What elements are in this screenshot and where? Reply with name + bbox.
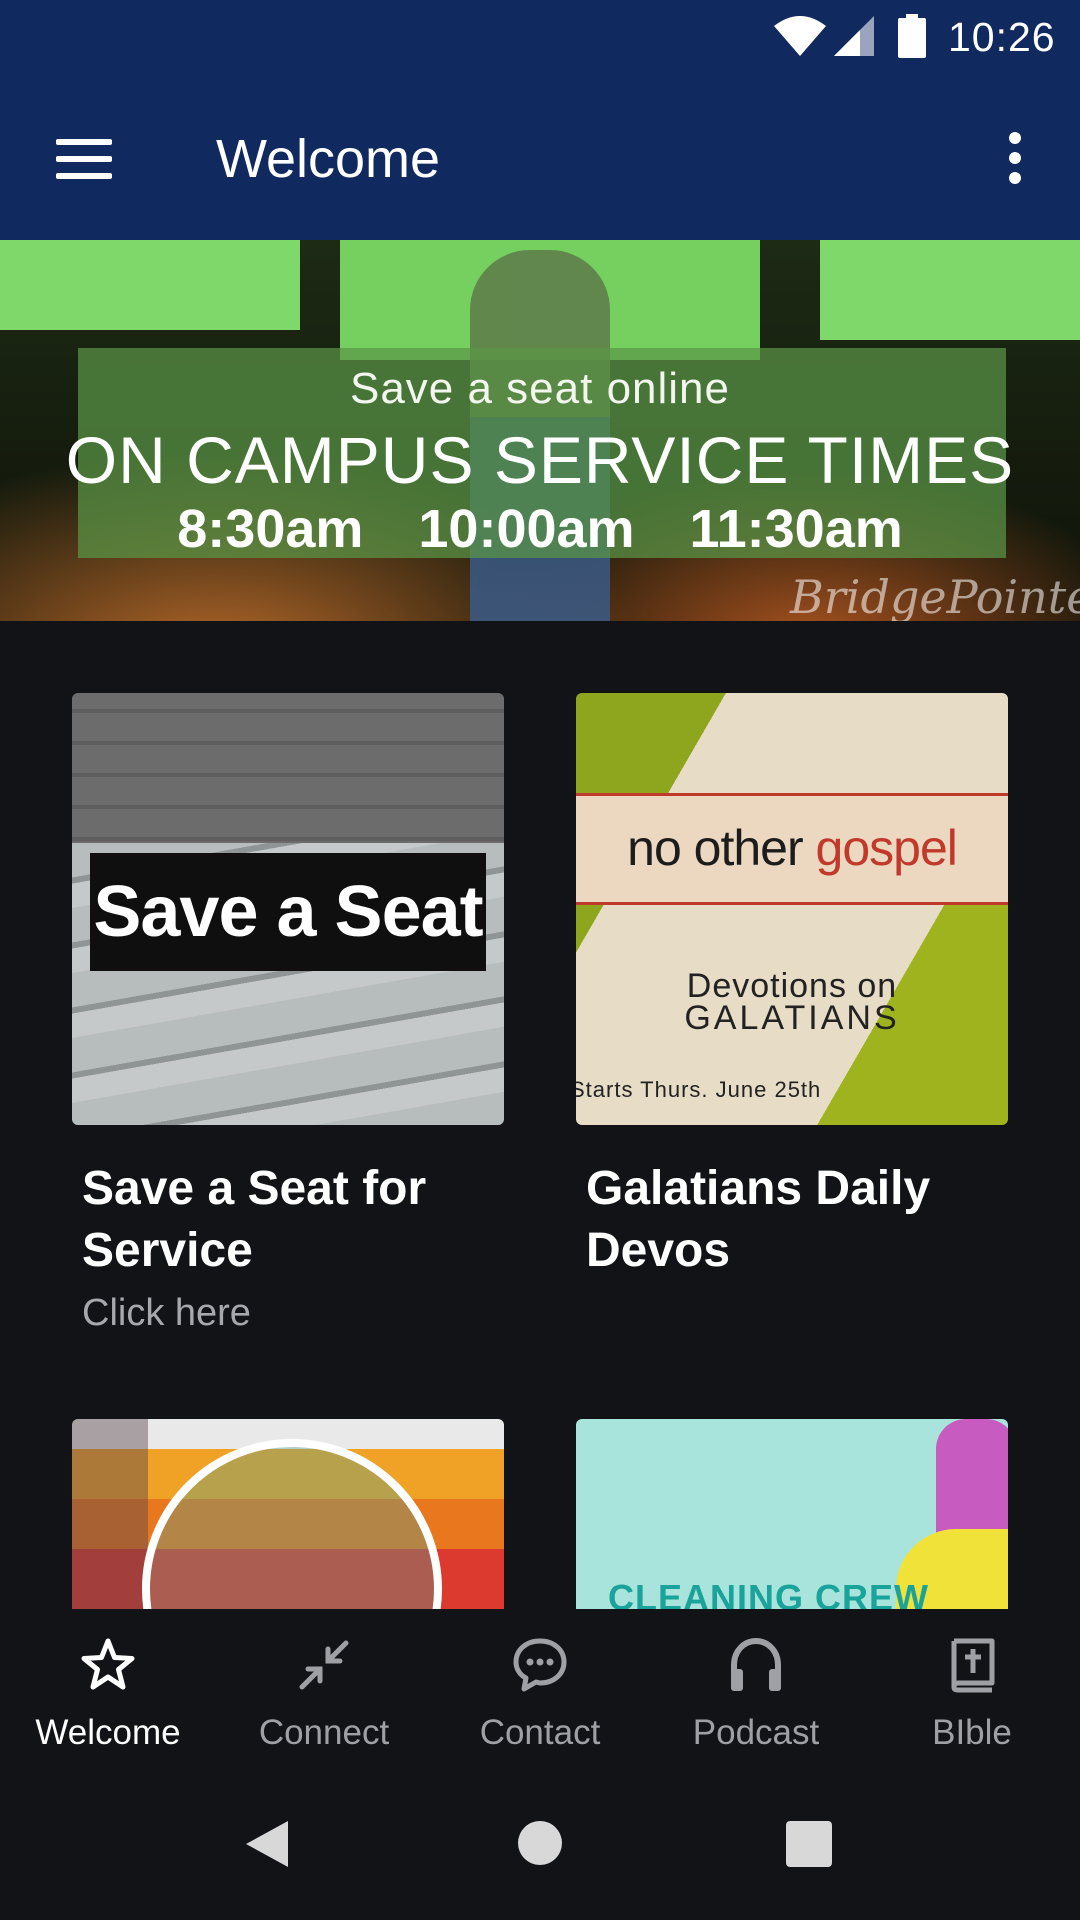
card-subtitle[interactable]: Click here [82,1292,251,1335]
nav-label: BIble [932,1713,1012,1752]
save-a-seat-card-image[interactable]: Save a Seat [72,693,504,1125]
card-title[interactable]: Galatians Daily Devos [586,1158,1006,1282]
card-image-text: CLEANING CREW [608,1577,929,1609]
banner-signature-logo: BridgePointe [790,570,1080,621]
card-title[interactable]: Save a Seat for Service [82,1158,502,1282]
page-title: Welcome [216,129,441,189]
galatians-card-image[interactable]: no other gospel Devotions on GALATIANS S… [576,693,1008,1125]
heading-dark-text: no other [627,820,816,876]
nav-item-podcast[interactable]: Podcast [648,1609,864,1759]
nav-item-welcome[interactable]: Welcome [0,1609,216,1759]
card-image-start-date: Starts Thurs. June 25th [576,1077,822,1102]
stage-screen [0,240,300,330]
cleaning-crew-card-image[interactable]: CLEANING CREW [576,1419,1008,1609]
nav-label: Connect [258,1713,390,1752]
status-bar: 10:26 [0,0,1080,78]
recent-apps-icon[interactable] [786,1821,832,1867]
nav-label: Contact [479,1713,601,1752]
connect-arrows-icon [299,1640,349,1690]
nav-label: Welcome [35,1713,181,1752]
status-time: 10:26 [948,14,1056,60]
card-image-devo-line: GALATIANS [684,999,900,1037]
signal-icon [834,16,874,56]
image-circle-graphic [142,1439,442,1609]
bible-icon [951,1638,995,1693]
chat-bubble-icon [513,1638,567,1692]
app-bar: Welcome [0,78,1080,240]
back-icon[interactable] [244,1819,290,1869]
bottom-navigation: Welcome Connect Contact Podcast BIble [0,1609,1080,1759]
nav-item-contact[interactable]: Contact [432,1609,648,1759]
hero-banner[interactable]: Save a seat online ON CAMPUS SERVICE TIM… [0,240,1080,621]
banner-service-times: 8:30am 10:00am 11:30am [177,499,903,559]
card-image-heading: no other gospel [576,819,1008,877]
banner-heading: ON CAMPUS SERVICE TIMES [65,423,1015,497]
nav-label: Podcast [692,1713,820,1752]
nav-item-connect[interactable]: Connect [216,1609,432,1759]
card-image-partial[interactable] [72,1419,504,1609]
hamburger-menu-icon[interactable] [48,129,120,189]
headphones-icon [731,1637,781,1691]
nav-item-bible[interactable]: BIble [864,1609,1080,1759]
more-options-icon[interactable] [990,128,1038,188]
heading-red-text: gospel [815,820,958,876]
stage-screen [820,240,1080,340]
image-corner-shade [72,1419,148,1609]
system-navigation-bar [0,1759,1080,1920]
card-image-text: Save a Seat [93,872,483,952]
star-icon [81,1638,135,1690]
home-icon[interactable] [518,1821,562,1865]
banner-subtitle: Save a seat online [349,364,731,413]
battery-icon [898,14,926,58]
wifi-icon [774,16,826,56]
